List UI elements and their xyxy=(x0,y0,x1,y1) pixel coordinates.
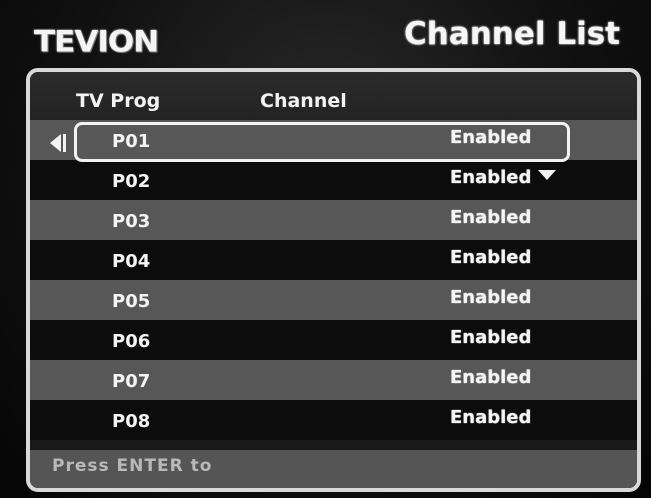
selection-highlight xyxy=(74,122,570,162)
row-prog: P06 xyxy=(112,331,151,352)
row-status: Enabled xyxy=(450,167,532,188)
down-arrow-icon[interactable] xyxy=(538,170,556,180)
hint-bar: Press ENTER to xyxy=(30,450,637,488)
row-prog: P08 xyxy=(112,411,151,432)
row-prog: P05 xyxy=(112,291,151,312)
left-arrow-icon[interactable] xyxy=(50,134,61,152)
column-header-tv-prog: TV Prog xyxy=(76,90,161,112)
brand-logo: TEVION xyxy=(34,24,159,60)
channel-list-panel: TV Prog Channel P01 Enabled P02 Enabled … xyxy=(26,68,641,492)
row-prog: P04 xyxy=(112,251,151,272)
table-header: TV Prog Channel xyxy=(30,72,637,120)
left-arrow-bar xyxy=(63,134,66,152)
row-status: Enabled xyxy=(450,247,532,268)
table-row[interactable]: P08 Enabled xyxy=(30,400,637,440)
table-row[interactable]: P05 Enabled xyxy=(30,280,637,320)
table-row[interactable]: P02 Enabled xyxy=(30,160,637,200)
channel-rows: P01 Enabled P02 Enabled P03 Enabled P04 … xyxy=(30,120,637,440)
column-header-channel: Channel xyxy=(260,90,347,112)
row-prog: P02 xyxy=(112,171,151,192)
page-title: Channel List xyxy=(404,16,620,52)
table-row[interactable]: P03 Enabled xyxy=(30,200,637,240)
row-status: Enabled xyxy=(450,327,532,348)
row-status: Enabled xyxy=(450,207,532,228)
row-status: Enabled xyxy=(450,407,532,428)
hint-text: Press ENTER to xyxy=(52,456,213,476)
row-prog: P03 xyxy=(112,211,151,232)
row-status: Enabled xyxy=(450,287,532,308)
row-prog: P07 xyxy=(112,371,151,392)
table-row[interactable]: P04 Enabled xyxy=(30,240,637,280)
row-status: Enabled xyxy=(450,367,532,388)
tv-screen: TEVION Channel List TV Prog Channel P01 … xyxy=(0,0,651,498)
table-row[interactable]: P06 Enabled xyxy=(30,320,637,360)
table-row[interactable]: P07 Enabled xyxy=(30,360,637,400)
